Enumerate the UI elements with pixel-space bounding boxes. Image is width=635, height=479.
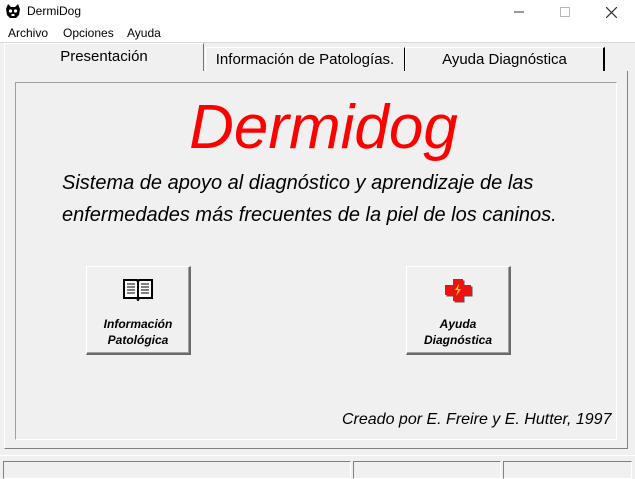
tab-ayuda-diagnostica[interactable]: Ayuda Diagnóstica <box>405 47 605 71</box>
red-cross-icon <box>445 279 473 303</box>
ayuda-diagnostica-label: Ayuda Diagnóstica <box>423 317 492 347</box>
subtitle-line-1: Sistema de apoyo al diagnóstico y aprend… <box>62 172 534 194</box>
minimize-icon <box>514 11 524 13</box>
maximize-button[interactable] <box>542 0 588 24</box>
status-bar <box>0 455 635 479</box>
status-panel-3 <box>503 461 632 479</box>
minimize-button[interactable] <box>496 0 542 24</box>
menu-archivo[interactable]: Archivo <box>8 26 48 40</box>
status-panel-1 <box>3 461 351 479</box>
dog-app-icon <box>5 3 21 19</box>
tab-presentacion[interactable]: Presentación <box>4 43 204 71</box>
informacion-patologica-button[interactable]: Información Patológica <box>86 266 191 355</box>
window-title: DermiDog <box>27 4 82 18</box>
maximize-icon <box>560 7 570 17</box>
ayuda-diagnostica-button[interactable]: Ayuda Diagnóstica <box>406 266 511 355</box>
close-icon <box>605 6 617 18</box>
app-title: Dermidog <box>189 93 458 162</box>
subtitle-line-2: enfermedades más frecuentes de la piel d… <box>62 204 557 226</box>
menu-opciones[interactable]: Opciones <box>63 26 114 40</box>
menu-bar: Archivo Opciones Ayuda <box>0 24 635 43</box>
status-panel-2 <box>353 461 501 479</box>
tab-informacion-patologias[interactable]: Información de Patologías. <box>205 47 405 71</box>
title-bar: DermiDog <box>0 0 635 24</box>
informacion-patologica-label: Información Patológica <box>103 317 173 347</box>
book-icon <box>123 279 153 301</box>
menu-ayuda[interactable]: Ayuda <box>127 26 161 40</box>
credits-text: Creado por E. Freire y E. Hutter, 1997 <box>342 411 612 428</box>
close-button[interactable] <box>588 0 634 24</box>
